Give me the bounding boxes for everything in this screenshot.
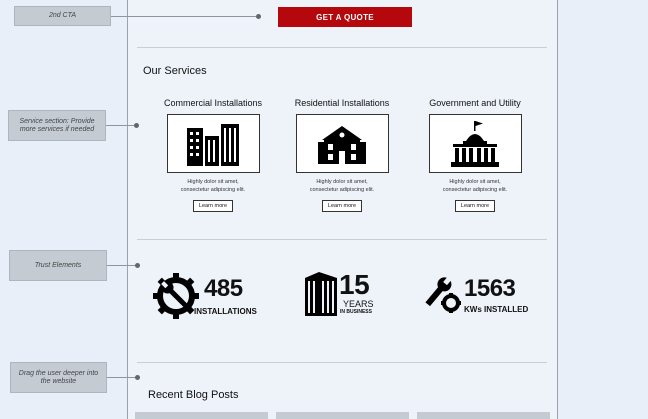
service-card-government: Government and Utility Highly dolor sit … bbox=[410, 98, 540, 212]
blog-card[interactable] bbox=[417, 412, 550, 419]
blog-card[interactable] bbox=[135, 412, 268, 419]
house-icon bbox=[318, 125, 366, 164]
skyscraper-icon bbox=[305, 272, 337, 316]
service-card-residential: Residential Installations Highly dolor s… bbox=[277, 98, 407, 212]
service-description: Highly dolor sit amet, consectetur adipi… bbox=[442, 179, 508, 193]
learn-more-button[interactable]: Learn more bbox=[192, 200, 234, 212]
annotation-connector bbox=[107, 377, 137, 378]
service-image bbox=[295, 114, 389, 173]
annotation-trust: Trust Elements bbox=[9, 250, 107, 281]
annotation-connector bbox=[111, 16, 258, 17]
stat-label: KWs INSTALLED bbox=[464, 304, 529, 314]
gear-wrench-icon bbox=[153, 273, 199, 319]
annotation-connector bbox=[107, 265, 137, 266]
blog-title: Recent Blog Posts bbox=[148, 389, 239, 401]
annotation-services: Service section: Provide more services i… bbox=[8, 110, 106, 141]
stat-label: INSTALLATIONS bbox=[194, 306, 257, 316]
annotation-connector bbox=[106, 125, 136, 126]
stat-number: 485 bbox=[204, 274, 243, 302]
section-divider bbox=[137, 362, 547, 363]
get-a-quote-button[interactable]: GET A QUOTE bbox=[278, 7, 412, 27]
section-divider bbox=[137, 239, 547, 240]
learn-more-button[interactable]: Learn more bbox=[321, 200, 363, 212]
stat-number: 15 bbox=[339, 269, 370, 300]
annotation-dot bbox=[135, 375, 140, 380]
government-building-icon bbox=[451, 120, 499, 167]
trust-installations: 485 INSTALLATIONS bbox=[152, 272, 257, 320]
annotation-cta: 2nd CTA bbox=[14, 6, 111, 26]
service-image bbox=[428, 114, 522, 173]
service-title: Government and Utility bbox=[429, 98, 521, 108]
wrench-gear-icon bbox=[425, 276, 461, 313]
annotation-blog: Drag the user deeper into the website bbox=[10, 362, 107, 393]
service-title: Residential Installations bbox=[294, 98, 390, 108]
annotation-dot bbox=[256, 14, 261, 19]
service-image bbox=[166, 114, 260, 173]
stat-label: YEARS bbox=[343, 299, 374, 309]
trust-kws: 1563 KWs INSTALLED bbox=[422, 276, 528, 314]
annotation-dot bbox=[135, 263, 140, 268]
annotation-dot bbox=[134, 123, 139, 128]
services-title: Our Services bbox=[143, 65, 207, 77]
learn-more-button[interactable]: Learn more bbox=[454, 200, 496, 212]
office-buildings-icon bbox=[187, 123, 239, 166]
service-card-commercial: Commercial Installations Highly dolor si… bbox=[148, 98, 278, 212]
trust-years: 15 YEARS IN BUSINESS bbox=[303, 270, 374, 316]
service-title: Commercial Installations bbox=[163, 98, 263, 108]
stat-sublabel: IN BUSINESS bbox=[340, 309, 372, 315]
service-description: Highly dolor sit amet, consectetur adipi… bbox=[309, 179, 375, 193]
section-divider bbox=[137, 47, 547, 48]
blog-card[interactable] bbox=[276, 412, 409, 419]
service-description: Highly dolor sit amet, consectetur adipi… bbox=[180, 179, 246, 193]
stat-number: 1563 bbox=[464, 274, 516, 302]
